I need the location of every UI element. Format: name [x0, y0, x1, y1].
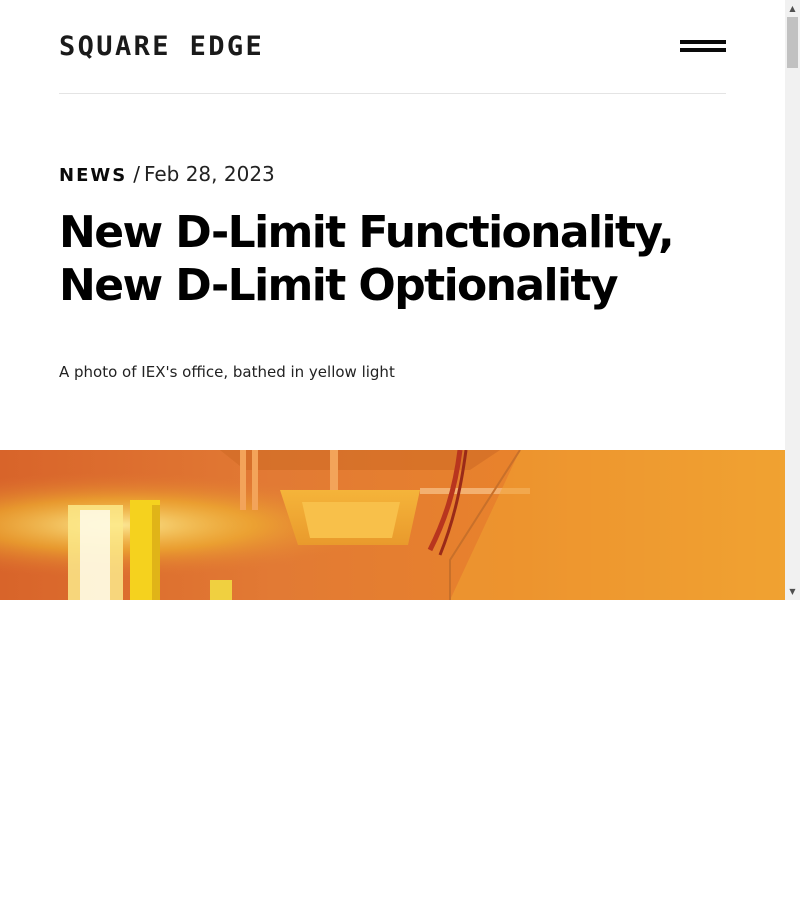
office-photo-illustration: [0, 450, 785, 600]
menu-bar-top: [680, 40, 726, 44]
site-logo[interactable]: SQUARE EDGE: [59, 31, 264, 63]
browser-viewport: SQUARE EDGE NEWS / Feb 28, 2023 New D-Limi…: [0, 0, 800, 600]
article-page: SQUARE EDGE NEWS / Feb 28, 2023 New D-Limi…: [0, 0, 785, 600]
article-title: New D-Limit Functionality, New D-Limit O…: [59, 207, 675, 311]
hero-image: [0, 450, 785, 600]
category-link[interactable]: NEWS: [59, 165, 127, 186]
scroll-thumb[interactable]: [787, 17, 798, 68]
image-caption: A photo of IEX's office, bathed in yello…: [59, 363, 395, 381]
vertical-scrollbar[interactable]: ▲ ▼: [785, 0, 800, 600]
site-header: SQUARE EDGE: [59, 0, 726, 94]
publish-date: Feb 28, 2023: [143, 162, 275, 186]
scroll-down-icon[interactable]: ▼: [785, 583, 800, 600]
menu-bar-bottom: [680, 48, 726, 52]
hamburger-menu-icon[interactable]: [679, 38, 727, 56]
scroll-up-icon[interactable]: ▲: [785, 0, 800, 17]
meta-separator: /: [133, 162, 140, 186]
article-meta: NEWS / Feb 28, 2023: [59, 160, 275, 190]
